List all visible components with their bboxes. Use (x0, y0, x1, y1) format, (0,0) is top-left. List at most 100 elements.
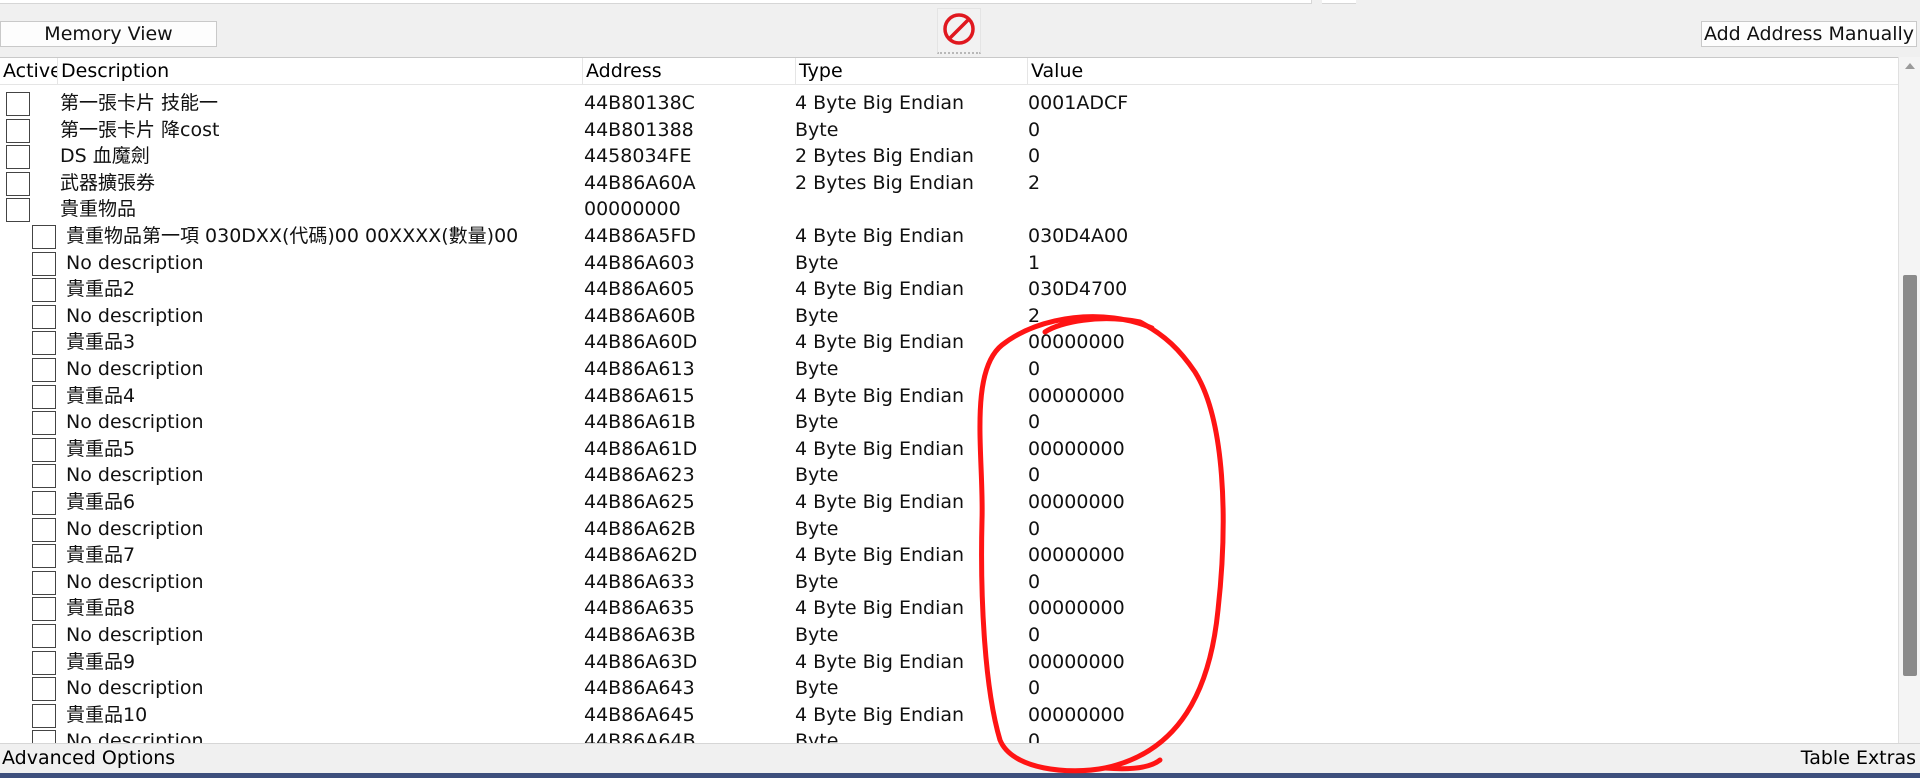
row-description: 貴重品7 (66, 544, 136, 567)
row-value[interactable]: 030D4700 (1028, 276, 1328, 303)
table-row[interactable]: 貴重品8 44B86A635 4 Byte Big Endian 00000000 (0, 595, 1898, 622)
row-value[interactable]: 00000000 (1028, 489, 1328, 516)
add-address-manually-button[interactable]: Add Address Manually (1701, 21, 1917, 47)
table-row[interactable]: No description 44B86A60B Byte 2 (0, 303, 1898, 330)
row-value[interactable]: 00000000 (1028, 329, 1328, 356)
active-checkbox[interactable] (32, 411, 56, 436)
table-row[interactable]: 貴重物品 00000000 (0, 196, 1898, 223)
row-value[interactable]: 00000000 (1028, 383, 1328, 410)
row-address: 00000000 (584, 198, 681, 221)
toolbar: Memory View Add Address Manually (0, 0, 1920, 54)
table-row[interactable]: 貴重物品第一項 030DXX(代碼)00 00XXXX(數量)00 44B86A5… (0, 223, 1898, 250)
active-checkbox[interactable] (32, 517, 56, 542)
table-row[interactable]: 貴重品4 44B86A615 4 Byte Big Endian 00000000 (0, 383, 1898, 410)
table-row[interactable]: 貴重品9 44B86A63D 4 Byte Big Endian 00000000 (0, 649, 1898, 676)
row-value[interactable]: 030D4A00 (1028, 223, 1328, 250)
table-row[interactable]: No description 44B86A613 Byte 0 (0, 356, 1898, 383)
row-value[interactable]: 0 (1028, 117, 1328, 144)
table-row[interactable]: No description 44B86A61B Byte 0 (0, 409, 1898, 436)
row-value[interactable]: 0 (1028, 356, 1328, 383)
active-checkbox[interactable] (32, 358, 56, 382)
row-value[interactable]: 0 (1028, 569, 1328, 596)
row-value[interactable]: 00000000 (1028, 436, 1328, 463)
table-row[interactable]: No description 44B86A633 Byte 0 (0, 569, 1898, 596)
row-value[interactable]: 0 (1028, 462, 1328, 489)
active-checkbox[interactable] (32, 730, 56, 743)
active-checkbox[interactable] (32, 570, 56, 595)
row-value[interactable]: 00000000 (1028, 542, 1328, 569)
column-header-active[interactable]: Active (0, 58, 58, 85)
table-row[interactable]: 貴重品10 44B86A645 4 Byte Big Endian 00000000 (0, 702, 1898, 729)
active-checkbox[interactable] (32, 437, 56, 462)
table-row[interactable]: DS 血魔劍 4458034FE 2 Bytes Big Endian 0 (0, 143, 1898, 170)
clear-list-button[interactable] (937, 8, 981, 54)
top-right-control[interactable] (1322, 0, 1356, 4)
row-value[interactable]: 0 (1028, 409, 1328, 436)
row-description: No description (66, 677, 204, 700)
active-checkbox[interactable] (32, 225, 56, 249)
row-value[interactable]: 0 (1028, 675, 1328, 702)
table-row[interactable]: 貴重品2 44B86A605 4 Byte Big Endian 030D4700 (0, 276, 1898, 303)
table-row[interactable]: 貴重品6 44B86A625 4 Byte Big Endian 00000000 (0, 489, 1898, 516)
row-value[interactable]: 0 (1028, 143, 1328, 170)
row-value[interactable]: 0001ADCF (1028, 90, 1328, 117)
advanced-options-button[interactable]: Advanced Options (2, 747, 175, 769)
active-checkbox[interactable] (6, 145, 30, 170)
active-checkbox[interactable] (32, 624, 56, 648)
table-extras-button[interactable]: Table Extras (1801, 747, 1916, 769)
row-value[interactable]: 0 (1028, 622, 1328, 649)
table-row[interactable]: No description 44B86A64B Byte 0 (0, 728, 1898, 743)
column-header-address[interactable]: Address (583, 58, 796, 85)
scroll-up-arrow-icon[interactable] (1905, 63, 1915, 69)
column-header-value[interactable]: Value (1028, 58, 1898, 85)
active-checkbox[interactable] (6, 118, 30, 143)
active-checkbox[interactable] (32, 544, 56, 569)
row-value[interactable]: 1 (1028, 250, 1328, 277)
active-checkbox[interactable] (6, 198, 30, 223)
row-value[interactable]: 0 (1028, 516, 1328, 543)
row-type (795, 196, 1025, 223)
vertical-scrollbar[interactable] (1898, 57, 1920, 743)
active-checkbox[interactable] (32, 331, 56, 356)
table-row[interactable]: No description 44B86A63B Byte 0 (0, 622, 1898, 649)
active-checkbox[interactable] (32, 251, 56, 276)
row-address: 44B86A60A (584, 171, 696, 194)
table-row[interactable]: 第一張卡片 降cost 44B801388 Byte 0 (0, 117, 1898, 144)
table-row[interactable]: 武器擴張券 44B86A60A 2 Bytes Big Endian 2 (0, 170, 1898, 197)
row-value[interactable]: 0 (1028, 728, 1328, 743)
row-address: 44B86A60D (584, 331, 698, 354)
active-checkbox[interactable] (32, 491, 56, 515)
row-type: 4 Byte Big Endian (795, 225, 965, 247)
table-row[interactable]: 第一張卡片 技能一 44B80138C 4 Byte Big Endian 0001A… (0, 90, 1898, 117)
active-checkbox[interactable] (32, 464, 56, 489)
row-value[interactable]: 2 (1028, 303, 1328, 330)
scrollbar-thumb[interactable] (1903, 275, 1917, 676)
active-checkbox[interactable] (32, 304, 56, 329)
table-row[interactable]: No description 44B86A603 Byte 1 (0, 250, 1898, 277)
table-row[interactable]: No description 44B86A623 Byte 0 (0, 462, 1898, 489)
column-header-description[interactable]: Description (58, 58, 583, 85)
table-row[interactable]: No description 44B86A62B Byte 0 (0, 516, 1898, 543)
table-row[interactable]: 貴重品5 44B86A61D 4 Byte Big Endian 00000000 (0, 436, 1898, 463)
row-value[interactable]: 00000000 (1028, 595, 1328, 622)
active-checkbox[interactable] (32, 384, 56, 409)
row-value[interactable]: 00000000 (1028, 649, 1328, 676)
table-row[interactable]: No description 44B86A643 Byte 0 (0, 675, 1898, 702)
row-address: 44B86A645 (584, 703, 695, 726)
active-checkbox[interactable] (32, 703, 56, 728)
active-checkbox[interactable] (32, 278, 56, 303)
table-row[interactable]: 貴重品7 44B86A62D 4 Byte Big Endian 00000000 (0, 542, 1898, 569)
row-value[interactable]: 00000000 (1028, 702, 1328, 729)
top-input-field[interactable] (0, 0, 1312, 4)
row-value[interactable] (1028, 196, 1328, 223)
active-checkbox[interactable] (6, 92, 30, 116)
active-checkbox[interactable] (32, 650, 56, 675)
active-checkbox[interactable] (6, 171, 30, 196)
active-checkbox[interactable] (32, 597, 56, 622)
active-checkbox[interactable] (32, 677, 56, 702)
table-row[interactable]: 貴重品3 44B86A60D 4 Byte Big Endian 00000000 (0, 329, 1898, 356)
row-address: 44B86A60B (584, 304, 696, 327)
row-value[interactable]: 2 (1028, 170, 1328, 197)
column-header-type[interactable]: Type (796, 58, 1028, 85)
memory-view-button[interactable]: Memory View (0, 21, 217, 47)
